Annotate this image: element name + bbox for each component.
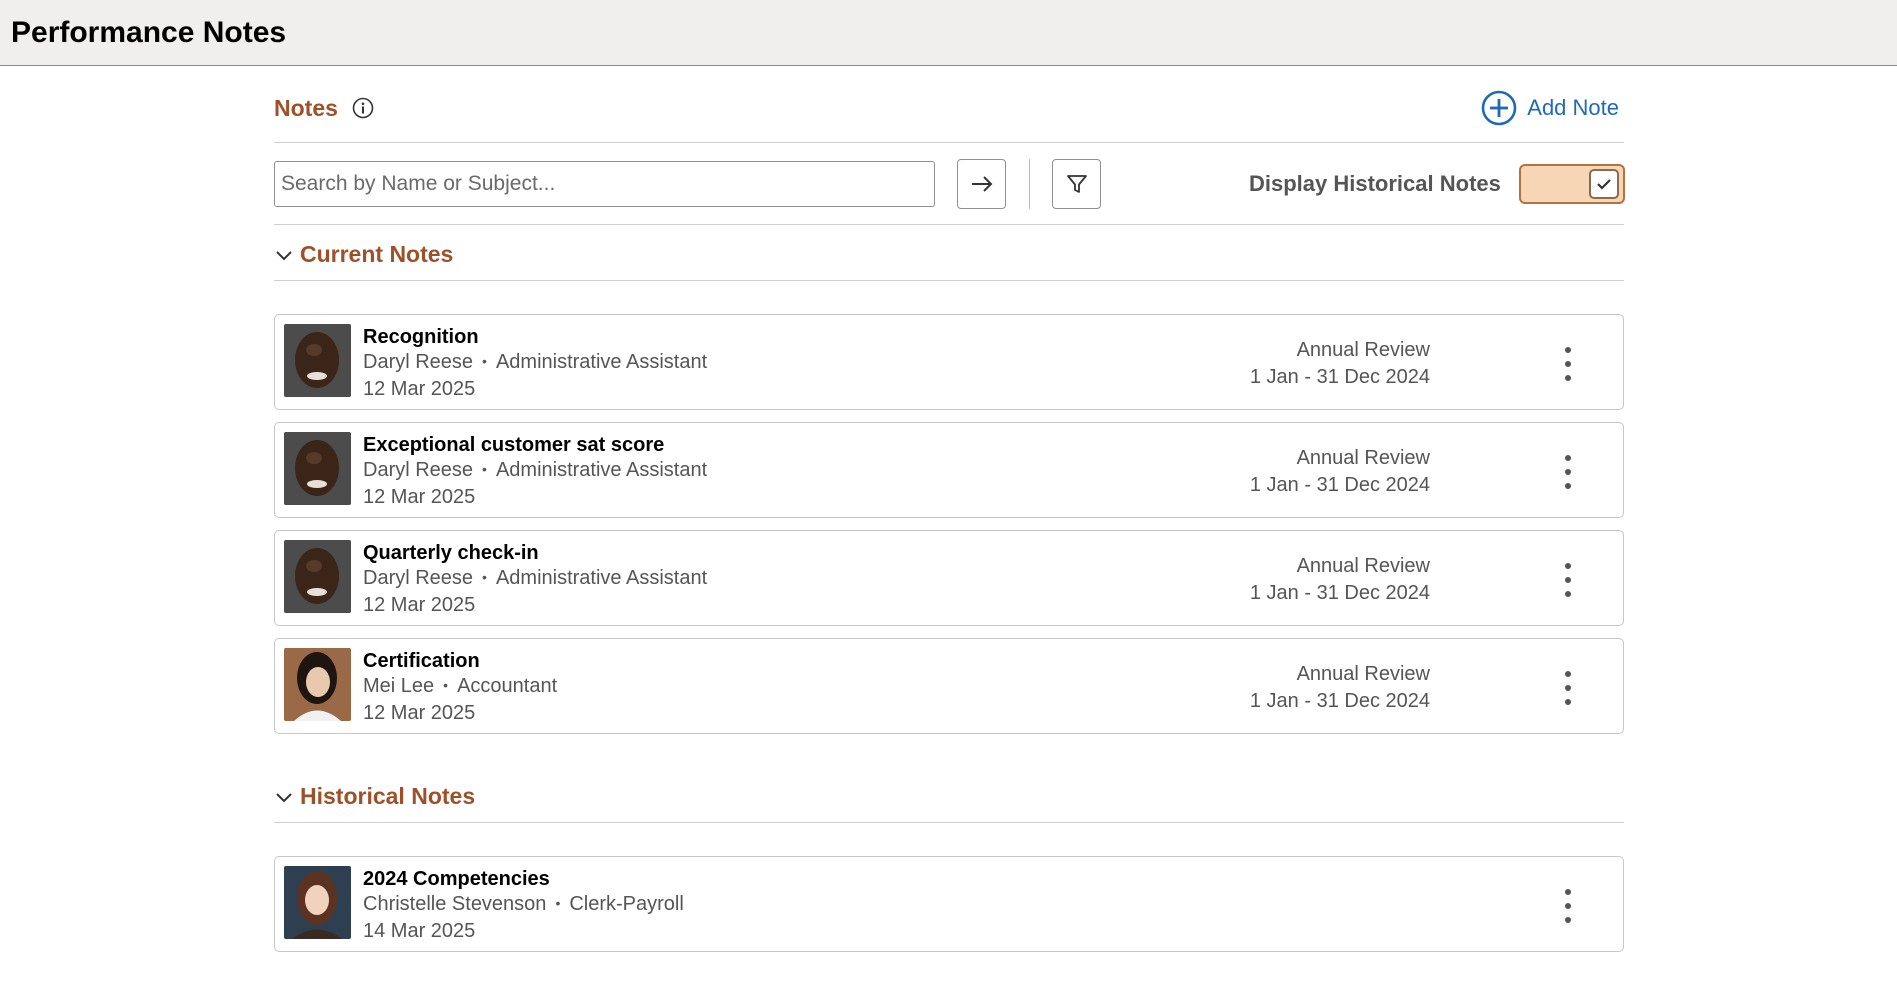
note-person: Daryl Reese • Administrative Assistant [363, 565, 707, 593]
more-actions-icon[interactable] [1558, 455, 1578, 489]
review-period: 1 Jan - 31 Dec 2024 [1249, 366, 1430, 388]
current-notes-title: Current Notes [300, 241, 454, 267]
add-note-button[interactable]: Add Note [1481, 90, 1619, 126]
note-review: Annual Review 1 Jan - 31 Dec 2024 [1250, 445, 1430, 499]
note-card[interactable]: Certification Mei Lee • Accountant 12 Mar … [274, 638, 1624, 734]
notes-panel: Notes Add Note Search by Name or Subject… [274, 66, 1625, 964]
more-actions-icon[interactable] [1558, 671, 1578, 705]
separator-dot: • [482, 461, 487, 477]
note-person: Mei Lee • Accountant [363, 673, 557, 701]
note-text: Quarterly check-in Daryl Reese • Administr… [363, 541, 707, 617]
note-title: Exceptional customer sat score [363, 434, 665, 456]
arrow-right-icon [971, 175, 992, 192]
chevron-down-icon [276, 792, 292, 802]
search-input[interactable] [274, 160, 935, 207]
person-role: Administrative Assistant [495, 459, 708, 481]
avatar [284, 324, 351, 397]
note-review: Annual Review 1 Jan - 31 Dec 2024 [1250, 553, 1430, 607]
display-historical-label: Display Historical Notes [1249, 170, 1501, 196]
avatar [284, 432, 351, 505]
historical-notes-title: Historical Notes [300, 783, 476, 809]
person-role: Administrative Assistant [495, 567, 708, 589]
review-type: Annual Review [1296, 555, 1430, 577]
note-review: Annual Review 1 Jan - 31 Dec 2024 [1250, 337, 1430, 391]
separator-dot: • [443, 677, 449, 693]
avatar [284, 866, 351, 939]
current-notes-list: Recognition Daryl Reese • Administrative A… [274, 314, 1624, 734]
chevron-down-icon [276, 250, 292, 260]
avatar [284, 648, 351, 721]
avatar [284, 540, 351, 613]
note-card[interactable]: Exceptional customer sat score Daryl Ree… [274, 422, 1624, 518]
notes-title-group: Notes [274, 95, 374, 122]
note-text: 2024 Competencies Christelle Stevenson • C… [363, 867, 684, 943]
note-title: 2024 Competencies [363, 868, 550, 890]
person-role: Administrative Assistant [495, 351, 708, 373]
page-header: Performance Notes [0, 0, 1897, 66]
note-review: Annual Review 1 Jan - 31 Dec 2024 [1250, 661, 1430, 715]
person-name: Mei Lee [363, 675, 435, 697]
info-icon[interactable] [352, 97, 374, 119]
note-date: 12 Mar 2025 [363, 594, 476, 616]
more-actions-icon[interactable] [1558, 889, 1578, 923]
more-actions-icon[interactable] [1558, 347, 1578, 381]
add-note-label: Add Note [1527, 95, 1619, 120]
person-role: Clerk-Payroll [569, 893, 684, 915]
note-card[interactable]: 2024 Competencies Christelle Stevenson • C… [274, 856, 1624, 952]
separator-dot: • [482, 353, 487, 369]
notes-header: Notes Add Note [274, 66, 1624, 143]
display-historical-toggle[interactable] [1519, 163, 1625, 204]
notes-title: Notes [274, 94, 338, 121]
note-text: Recognition Daryl Reese • Administrative A… [363, 325, 707, 401]
note-date: 14 Mar 2025 [363, 920, 476, 942]
current-notes-header[interactable]: Current Notes [274, 225, 1624, 281]
note-person: Christelle Stevenson • Clerk-Payroll [363, 891, 684, 919]
person-role: Accountant [457, 675, 558, 697]
note-date: 12 Mar 2025 [363, 702, 476, 724]
historical-notes-header[interactable]: Historical Notes [274, 767, 1624, 823]
person-name: Christelle Stevenson [363, 893, 547, 915]
review-type: Annual Review [1296, 663, 1430, 685]
separator-dot: • [555, 895, 561, 911]
review-type: Annual Review [1296, 339, 1430, 361]
more-actions-icon[interactable] [1558, 563, 1578, 597]
note-person: Daryl Reese • Administrative Assistant [363, 457, 707, 485]
note-title: Quarterly check-in [363, 542, 539, 564]
person-name: Daryl Reese [363, 351, 474, 373]
notes-toolbar: Display Historical Notes [274, 143, 1625, 225]
note-title: Recognition [363, 326, 479, 348]
toggle-knob [1589, 168, 1619, 199]
historical-notes-list: 2024 Competencies Christelle Stevenson • C… [274, 856, 1624, 952]
plus-circle-icon [1481, 90, 1517, 126]
note-card[interactable]: Recognition Daryl Reese • Administrative A… [274, 314, 1624, 410]
person-name: Daryl Reese [363, 567, 474, 589]
note-card[interactable]: Quarterly check-in Daryl Reese • Administr… [274, 530, 1624, 626]
review-period: 1 Jan - 31 Dec 2024 [1249, 690, 1430, 712]
filter-icon [1066, 174, 1087, 193]
separator-dot: • [482, 569, 487, 585]
review-period: 1 Jan - 31 Dec 2024 [1249, 582, 1430, 604]
page-title: Performance Notes [11, 15, 287, 49]
note-text: Certification Mei Lee • Accountant 12 Mar … [363, 649, 557, 725]
filter-button[interactable] [1052, 158, 1101, 209]
note-date: 12 Mar 2025 [363, 378, 476, 400]
note-date: 12 Mar 2025 [363, 486, 476, 508]
note-person: Daryl Reese • Administrative Assistant [363, 349, 707, 377]
person-name: Daryl Reese [363, 459, 474, 481]
search-go-button[interactable] [957, 158, 1006, 209]
toolbar-divider [1029, 158, 1030, 209]
checkmark-icon [1597, 178, 1611, 190]
review-period: 1 Jan - 31 Dec 2024 [1249, 474, 1430, 496]
note-text: Exceptional customer sat score Daryl Ree… [363, 433, 707, 509]
review-type: Annual Review [1296, 447, 1430, 469]
note-title: Certification [363, 650, 480, 672]
